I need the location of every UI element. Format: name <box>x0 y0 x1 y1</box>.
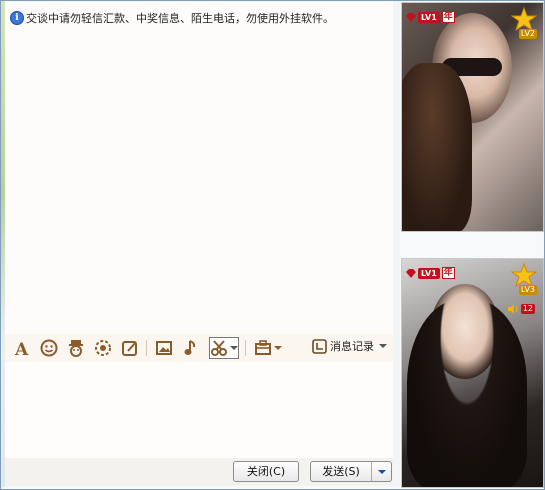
message-history-label: 消息记录 <box>330 340 374 353</box>
my-photo[interactable]: LV1 年 LV3 12 <box>401 258 544 488</box>
message-history-pane[interactable]: i 交谈中请勿轻信汇款、中奖信息、陌生电话，勿使用外挂软件。 <box>5 2 393 334</box>
magic-emoji-icon[interactable] <box>66 338 86 358</box>
send-button[interactable]: 发送(S) <box>310 461 372 482</box>
chevron-down-icon[interactable] <box>229 346 238 350</box>
chevron-down-icon <box>377 470 386 474</box>
membership-badges: LV1 年 <box>406 11 455 23</box>
year-badge: 年 <box>441 267 455 279</box>
level-badge: LV1 <box>418 11 440 23</box>
screenshot-scissors-button[interactable] <box>209 337 239 359</box>
speaker-icon <box>507 304 518 314</box>
send-options-button[interactable] <box>371 461 392 482</box>
security-notice-text: 交谈中请勿轻信汇款、中奖信息、陌生电话，勿使用外挂软件。 <box>26 12 334 25</box>
emoji-icon[interactable] <box>39 338 59 358</box>
clock-icon <box>312 338 327 354</box>
diamond-icon <box>406 268 416 278</box>
close-button[interactable]: 关闭(C) <box>233 461 299 482</box>
star-level: LV2 <box>518 29 537 39</box>
star-icon <box>511 263 537 287</box>
volume-indicator[interactable]: 12 <box>507 303 535 315</box>
contact-photo[interactable]: LV1 年 LV2 <box>401 2 544 232</box>
svg-text:A: A <box>14 340 29 357</box>
membership-badges: LV1 年 <box>406 267 455 279</box>
bottom-action-bar: 关闭(C) 发送(S) <box>5 458 393 486</box>
chat-toolbar: A 消息记录 <box>5 334 393 362</box>
music-icon[interactable] <box>181 338 201 358</box>
chevron-down-icon[interactable] <box>379 344 387 348</box>
year-badge: 年 <box>441 11 455 23</box>
volume-count: 12 <box>520 304 535 314</box>
pane-divider[interactable] <box>393 1 400 487</box>
security-notice: i 交谈中请勿轻信汇款、中奖信息、陌生电话，勿使用外挂软件。 <box>10 10 334 26</box>
hair <box>407 299 527 487</box>
chevron-down-icon[interactable] <box>274 346 282 350</box>
info-icon: i <box>10 11 24 25</box>
message-input-area[interactable] <box>5 362 393 458</box>
send-image-icon[interactable] <box>154 338 174 358</box>
screen-shake-icon[interactable] <box>93 338 113 358</box>
handwriting-icon[interactable] <box>120 338 140 358</box>
app-toolbox-icon[interactable] <box>253 338 283 358</box>
level-badge: LV1 <box>418 267 440 279</box>
font-icon[interactable]: A <box>12 338 32 358</box>
message-history-button[interactable]: 消息记录 <box>312 338 387 354</box>
diamond-icon <box>406 12 416 22</box>
hair <box>402 63 472 231</box>
star-level: LV3 <box>518 285 537 295</box>
star-icon <box>511 7 537 31</box>
toolbar-separator <box>245 340 246 356</box>
toolbar-separator <box>146 340 147 356</box>
